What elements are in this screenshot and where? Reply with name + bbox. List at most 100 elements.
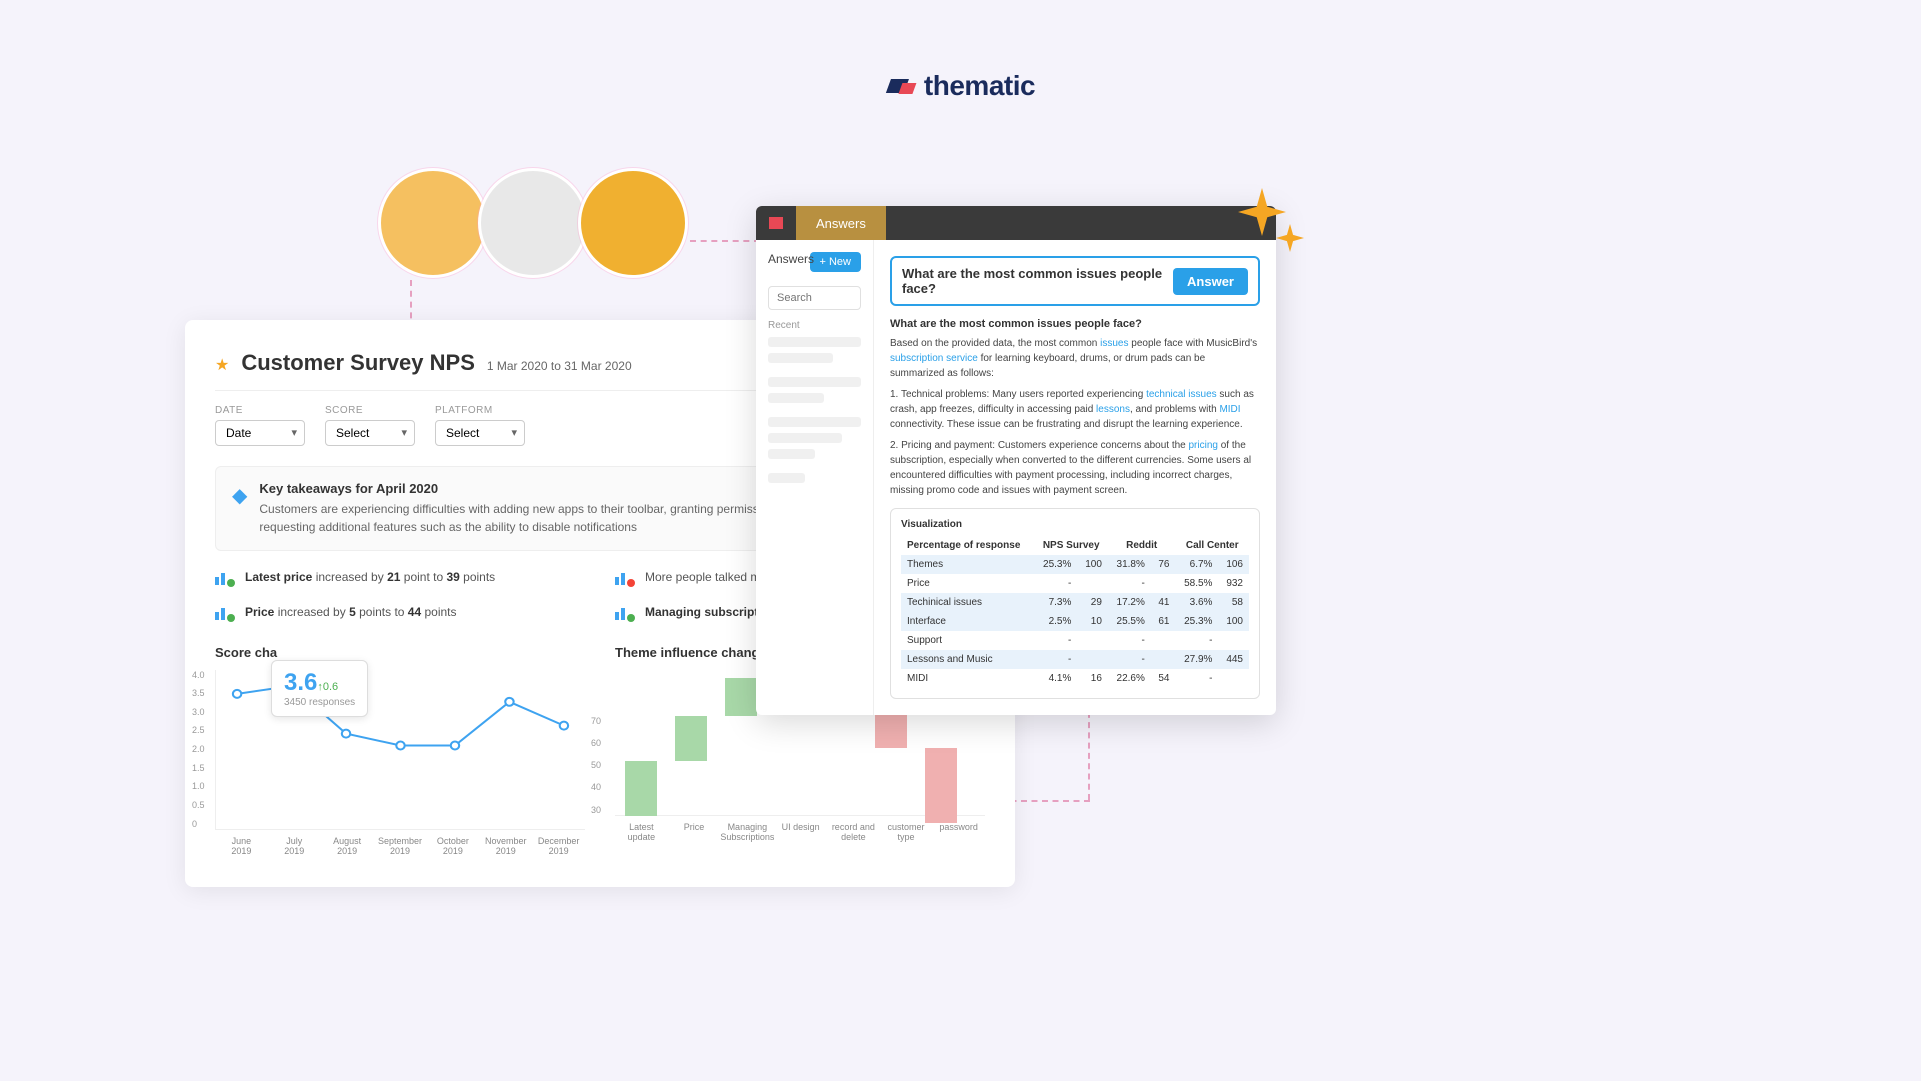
waterfall-bar — [625, 761, 657, 816]
table-header: Reddit — [1108, 536, 1176, 555]
answers-topbar: Answers — [756, 206, 1276, 240]
table-row: Techinical issues 7.3%29 17.2%41 3.6%58 — [901, 593, 1249, 612]
filter-score: SCORE Select — [325, 405, 415, 446]
line-chart-canvas: 4.03.53.02.52.01.51.00.50 3.6↑0.6 3450 r… — [215, 670, 585, 830]
skeleton-line — [768, 449, 815, 459]
score-select[interactable]: Select — [325, 420, 415, 446]
cell: 58 — [1218, 593, 1249, 612]
answers-sidebar: Answers + New Recent — [756, 240, 874, 715]
waterfall-bar — [675, 716, 707, 761]
x-tick-label: record and delete — [827, 822, 880, 844]
result-bullet: 1. Technical problems: Many users report… — [890, 387, 1260, 432]
cell: 7.3% — [1034, 593, 1077, 612]
cell: - — [1034, 574, 1077, 593]
table-row: Price - - 58.5%932 — [901, 574, 1249, 593]
tooltip-sub: 3450 responses — [284, 697, 355, 708]
cell — [1151, 574, 1176, 593]
cell — [1218, 669, 1249, 688]
search-input[interactable] — [768, 286, 861, 310]
x-axis-labels: June2019July2019August2019September2019O… — [215, 836, 585, 858]
waterfall-chart: 7060504030 — [615, 716, 985, 816]
chart-tooltip: 3.6↑0.6 3450 responses — [271, 660, 368, 717]
result-paragraph: Based on the provided data, the most com… — [890, 336, 1260, 381]
cell: 25.5% — [1108, 612, 1151, 631]
table-header: NPS Survey — [1034, 536, 1107, 555]
cell — [1218, 631, 1249, 650]
cell: 10 — [1077, 612, 1108, 631]
x-tick-label: September2019 — [374, 836, 427, 858]
cell: 4.1% — [1034, 669, 1077, 688]
link-pricing[interactable]: pricing — [1189, 440, 1218, 451]
cell: 27.9% — [1175, 650, 1218, 669]
link-lessons[interactable]: lessons — [1096, 404, 1130, 415]
skeleton-line — [768, 473, 805, 483]
dashboard-date-range: 1 Mar 2020 to 31 Mar 2020 — [487, 359, 632, 373]
answers-panel: Answers Answers + New Recent What are th… — [756, 206, 1276, 715]
query-card: What are the most common issues people f… — [890, 256, 1260, 306]
filter-label: DATE — [215, 405, 305, 416]
brand-name: thematic — [924, 70, 1035, 102]
cell: 445 — [1218, 650, 1249, 669]
bar-trend-icon — [215, 571, 235, 585]
cell: - — [1175, 631, 1218, 650]
cell: 58.5% — [1175, 574, 1218, 593]
cell: 25.3% — [1034, 555, 1077, 574]
connector-line — [690, 240, 760, 242]
row-label: MIDI — [901, 669, 1034, 688]
link-midi[interactable]: MIDI — [1219, 404, 1240, 415]
date-select[interactable]: Date — [215, 420, 305, 446]
cell — [1077, 631, 1108, 650]
cell — [1151, 631, 1176, 650]
cell: - — [1108, 574, 1151, 593]
filter-platform: PLATFORM Select — [435, 405, 525, 446]
metric-item: Latest price increased by 21 point to 39… — [215, 565, 585, 590]
bar-trend-icon — [215, 606, 235, 620]
platform-select[interactable]: Select — [435, 420, 525, 446]
x-tick-label: customer type — [880, 822, 933, 844]
cell — [1151, 650, 1176, 669]
answers-main: What are the most common issues people f… — [874, 240, 1276, 715]
row-label: Price — [901, 574, 1034, 593]
score-chart: Score cha 4.03.53.02.52.01.51.00.50 3.6↑… — [215, 645, 585, 858]
cell: 31.8% — [1108, 555, 1151, 574]
logo-mark-icon — [886, 71, 916, 101]
row-label: Techinical issues — [901, 593, 1034, 612]
skeleton-line — [768, 353, 833, 363]
query-text: What are the most common issues people f… — [902, 266, 1173, 296]
answer-button[interactable]: Answer — [1173, 268, 1248, 295]
link-issues[interactable]: issues — [1100, 338, 1128, 349]
avatars-row — [378, 168, 688, 278]
recent-label: Recent — [768, 320, 861, 331]
cell: - — [1034, 650, 1077, 669]
cell: 2.5% — [1034, 612, 1077, 631]
metric-text: Latest price increased by 21 point to 39… — [245, 569, 495, 586]
tooltip-delta: ↑0.6 — [317, 681, 338, 693]
mini-logo-icon — [756, 217, 796, 229]
new-button[interactable]: + New — [810, 252, 862, 272]
link-subscription[interactable]: subscription service — [890, 353, 978, 364]
cell: 16 — [1077, 669, 1108, 688]
metric-item: Price increased by 5 points to 44 points — [215, 600, 585, 625]
x-tick-label: UI design — [774, 822, 827, 844]
result-bullet: 2. Pricing and payment: Customers experi… — [890, 438, 1260, 498]
avatar — [578, 168, 688, 278]
cell: - — [1175, 669, 1218, 688]
cell: 54 — [1151, 669, 1176, 688]
chart-title: Score cha — [215, 645, 585, 660]
answers-tab[interactable]: Answers — [796, 206, 886, 240]
x-tick-label: December2019 — [532, 836, 585, 858]
visualization-card: Visualization Percentage of responseNPS … — [890, 508, 1260, 699]
link-tech[interactable]: technical issues — [1146, 389, 1217, 400]
row-label: Themes — [901, 555, 1034, 574]
table-row: Themes 25.3%100 31.8%76 6.7%106 — [901, 555, 1249, 574]
cell: 22.6% — [1108, 669, 1151, 688]
brand-logo: thematic — [886, 70, 1035, 102]
skeleton-line — [768, 433, 842, 443]
x-tick-label: Managing Subscriptions — [720, 822, 774, 844]
cell: - — [1108, 631, 1151, 650]
cell — [1077, 650, 1108, 669]
skeleton-line — [768, 417, 861, 427]
table-row: Support - - - — [901, 631, 1249, 650]
waterfall-bar — [725, 678, 757, 716]
row-label: Interface — [901, 612, 1034, 631]
